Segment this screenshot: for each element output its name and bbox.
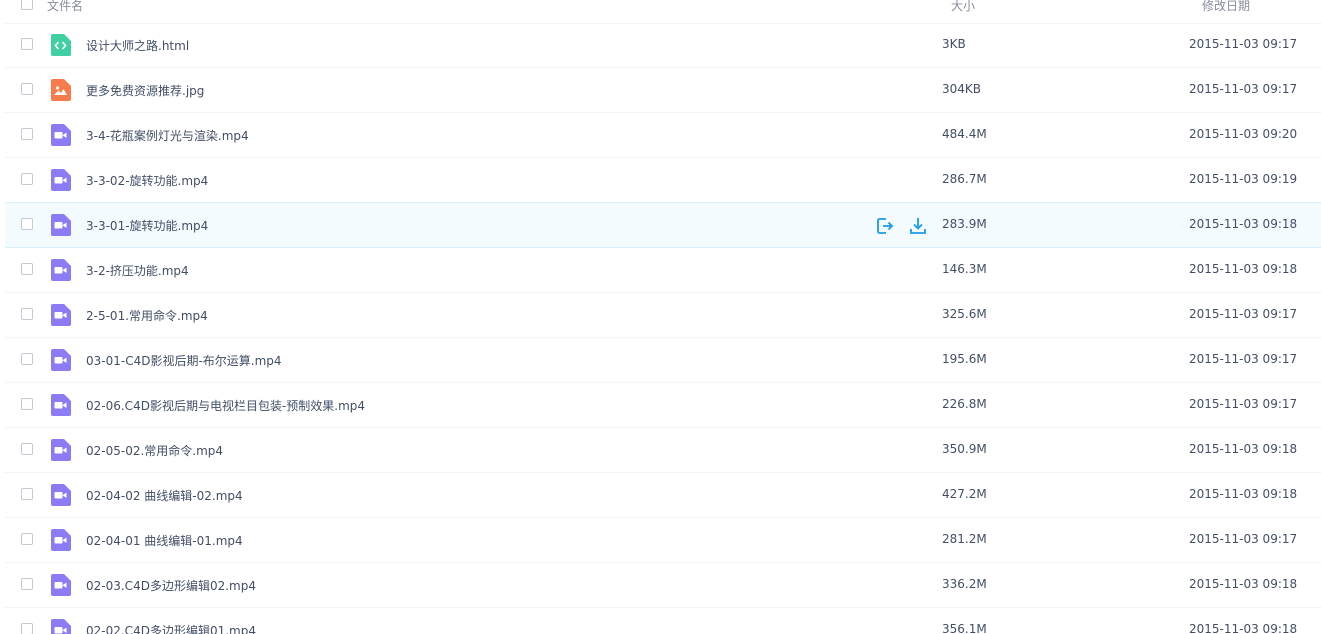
file-date: 2015-11-03 09:17: [1189, 307, 1298, 321]
row-checkbox[interactable]: [21, 218, 33, 230]
file-date: 2015-11-03 09:18: [1189, 262, 1298, 276]
file-size: 226.8M: [942, 397, 987, 411]
file-size: 304KB: [942, 82, 982, 96]
file-date: 2015-11-03 09:17: [1189, 532, 1298, 546]
column-header-size[interactable]: 大小: [951, 0, 975, 14]
share-icon[interactable]: [875, 216, 895, 236]
download-icon[interactable]: [908, 216, 928, 236]
table-row[interactable]: 设计大师之路.html 3KB 2015-11-03 09:17: [5, 23, 1321, 68]
file-size: 484.4M: [942, 127, 987, 141]
file-date: 2015-11-03 09:17: [1189, 37, 1298, 51]
video-icon: [50, 439, 71, 461]
image-icon: [50, 79, 71, 101]
video-icon: [50, 619, 71, 634]
table-row[interactable]: 02-02.C4D多边形编辑01.mp4 356.1M 2015-11-03 09:…: [5, 608, 1321, 634]
file-size: 3KB: [942, 37, 966, 51]
table-row[interactable]: 02-04-02 曲线编辑-02.mp4 427.2M 2015-11-03 09:…: [5, 473, 1321, 518]
file-name[interactable]: 2-5-01.常用命令.mp4: [86, 307, 208, 324]
file-name[interactable]: 02-04-01 曲线编辑-01.mp4: [86, 532, 243, 549]
select-all-checkbox[interactable]: [21, 0, 33, 10]
column-header-date[interactable]: 修改日期: [1202, 0, 1250, 14]
table-row[interactable]: 02-03.C4D多边形编辑02.mp4 336.2M 2015-11-03 09:…: [5, 563, 1321, 608]
file-rows: 设计大师之路.html 3KB 2015-11-03 09:17 更多免费资源推荐.j…: [5, 23, 1321, 634]
row-checkbox[interactable]: [21, 533, 33, 545]
table-row[interactable]: 3-3-02-旋转功能.mp4 286.7M 2015-11-03 09:19: [5, 158, 1321, 203]
file-size: 195.6M: [942, 352, 987, 366]
file-date: 2015-11-03 09:19: [1189, 172, 1298, 186]
file-date: 2015-11-03 09:17: [1189, 352, 1298, 366]
table-row[interactable]: 3-4-花瓶案例灯光与渲染.mp4 484.4M 2015-11-03 09:20: [5, 113, 1321, 158]
file-name[interactable]: 3-4-花瓶案例灯光与渲染.mp4: [86, 127, 249, 144]
video-icon: [50, 349, 71, 371]
html-icon: [50, 34, 71, 56]
file-size: 281.2M: [942, 532, 987, 546]
file-name[interactable]: 02-02.C4D多边形编辑01.mp4: [86, 622, 256, 634]
table-row[interactable]: 2-5-01.常用命令.mp4 325.6M 2015-11-03 09:17: [5, 293, 1321, 338]
file-size: 286.7M: [942, 172, 987, 186]
file-date: 2015-11-03 09:18: [1189, 487, 1298, 501]
file-date: 2015-11-03 09:17: [1189, 397, 1298, 411]
row-checkbox[interactable]: [21, 308, 33, 320]
file-size: 427.2M: [942, 487, 987, 501]
table-row[interactable]: 03-01-C4D影视后期-布尔运算.mp4 195.6M 2015-11-03 0…: [5, 338, 1321, 383]
row-checkbox[interactable]: [21, 398, 33, 410]
row-checkbox[interactable]: [21, 578, 33, 590]
file-name[interactable]: 3-3-02-旋转功能.mp4: [86, 172, 208, 189]
file-size: 146.3M: [942, 262, 987, 276]
file-name[interactable]: 更多免费资源推荐.jpg: [86, 82, 204, 99]
video-icon: [50, 304, 71, 326]
row-checkbox[interactable]: [21, 128, 33, 140]
file-date: 2015-11-03 09:18: [1189, 217, 1298, 231]
file-date: 2015-11-03 09:18: [1189, 622, 1298, 634]
video-icon: [50, 574, 71, 596]
file-name[interactable]: 02-04-02 曲线编辑-02.mp4: [86, 487, 243, 504]
file-size: 336.2M: [942, 577, 987, 591]
row-checkbox[interactable]: [21, 38, 33, 50]
file-name[interactable]: 设计大师之路.html: [86, 37, 189, 54]
row-checkbox[interactable]: [21, 353, 33, 365]
column-header-name[interactable]: 文件名: [47, 0, 83, 14]
row-checkbox[interactable]: [21, 173, 33, 185]
file-size: 350.9M: [942, 442, 987, 456]
row-checkbox[interactable]: [21, 263, 33, 275]
row-checkbox[interactable]: [21, 488, 33, 500]
table-row[interactable]: 02-04-01 曲线编辑-01.mp4 281.2M 2015-11-03 09:…: [5, 518, 1321, 563]
file-date: 2015-11-03 09:17: [1189, 82, 1298, 96]
video-icon: [50, 394, 71, 416]
video-icon: [50, 214, 71, 236]
table-row[interactable]: 3-2-挤压功能.mp4 146.3M 2015-11-03 09:18: [5, 248, 1321, 293]
video-icon: [50, 259, 71, 281]
video-icon: [50, 124, 71, 146]
table-row[interactable]: 3-3-01-旋转功能.mp4 283.9M 2015-11-03 09:18: [5, 202, 1321, 248]
file-size: 356.1M: [942, 622, 987, 634]
file-date: 2015-11-03 09:18: [1189, 577, 1298, 591]
list-header: 文件名 大小 修改日期: [5, 0, 1321, 24]
video-icon: [50, 529, 71, 551]
video-icon: [50, 169, 71, 191]
file-size: 283.9M: [942, 217, 987, 231]
file-name[interactable]: 03-01-C4D影视后期-布尔运算.mp4: [86, 352, 282, 369]
file-name[interactable]: 3-2-挤压功能.mp4: [86, 262, 189, 279]
file-name[interactable]: 02-05-02.常用命令.mp4: [86, 442, 223, 459]
video-icon: [50, 484, 71, 506]
table-row[interactable]: 02-06.C4D影视后期与电视栏目包装-预制效果.mp4 226.8M 2015-…: [5, 383, 1321, 428]
file-size: 325.6M: [942, 307, 987, 321]
row-checkbox[interactable]: [21, 623, 33, 634]
file-name[interactable]: 02-03.C4D多边形编辑02.mp4: [86, 577, 256, 594]
file-date: 2015-11-03 09:18: [1189, 442, 1298, 456]
row-checkbox[interactable]: [21, 83, 33, 95]
file-name[interactable]: 02-06.C4D影视后期与电视栏目包装-预制效果.mp4: [86, 397, 365, 414]
table-row[interactable]: 02-05-02.常用命令.mp4 350.9M 2015-11-03 09:18: [5, 428, 1321, 473]
table-row[interactable]: 更多免费资源推荐.jpg 304KB 2015-11-03 09:17: [5, 68, 1321, 113]
file-name[interactable]: 3-3-01-旋转功能.mp4: [86, 217, 208, 234]
row-checkbox[interactable]: [21, 443, 33, 455]
file-date: 2015-11-03 09:20: [1189, 127, 1298, 141]
file-list: 文件名 大小 修改日期 设计大师之路.html 3KB 2015-11-03 09:…: [0, 0, 1321, 634]
